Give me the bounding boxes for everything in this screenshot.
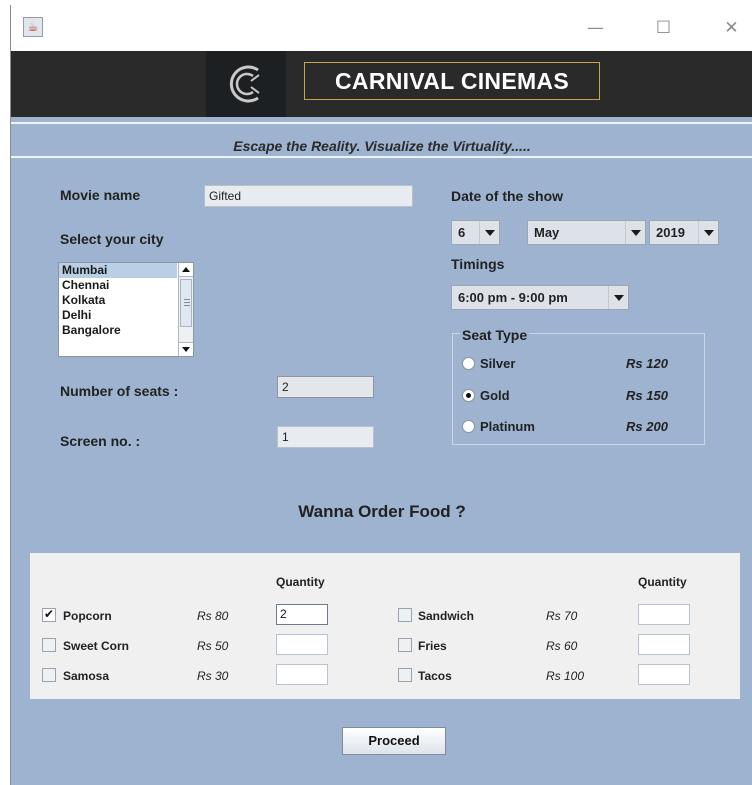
- java-cup-icon: ☕: [23, 17, 43, 37]
- screen-field[interactable]: 1: [277, 426, 374, 448]
- timing-select[interactable]: 6:00 pm - 9:00 pm: [451, 285, 629, 310]
- app-window: ☕ — ☐ ✕ CARNIVAL CINEMAS Escape the Real…: [10, 5, 752, 785]
- scroll-thumb[interactable]: [180, 279, 192, 327]
- fries-quantity-input[interactable]: [638, 634, 690, 655]
- food-item-price: Rs 100: [546, 669, 585, 683]
- list-item-city[interactable]: Delhi: [59, 308, 177, 323]
- seat-option-label: Gold: [480, 388, 510, 403]
- list-item-city[interactable]: Chennai: [59, 278, 177, 293]
- scroll-up-icon[interactable]: [179, 263, 193, 277]
- proceed-button[interactable]: Proceed: [342, 727, 446, 755]
- food-item-label: Popcorn: [63, 609, 112, 623]
- city-list[interactable]: Mumbai Chennai Kolkata Delhi Bangalore: [58, 262, 194, 357]
- timing-value: 6:00 pm - 9:00 pm: [458, 290, 568, 305]
- quantity-header: Quantity: [638, 575, 687, 589]
- date-label: Date of the show: [451, 188, 564, 204]
- fries-checkbox[interactable]: [398, 638, 412, 652]
- chevron-down-icon[interactable]: [698, 221, 718, 244]
- popcorn-checkbox[interactable]: [42, 607, 56, 622]
- radio-silver[interactable]: [462, 357, 475, 370]
- brand-title: CARNIVAL CINEMAS: [335, 68, 569, 94]
- seat-option-label: Platinum: [480, 419, 535, 434]
- seat-option-price: Rs 120: [626, 356, 668, 371]
- city-label: Select your city: [60, 231, 164, 247]
- year-select[interactable]: 2019: [649, 220, 719, 245]
- sandwich-checkbox[interactable]: [398, 608, 412, 622]
- food-item-label: Tacos: [418, 669, 452, 683]
- list-item-city[interactable]: Mumbai: [59, 263, 177, 278]
- radio-gold[interactable]: [462, 389, 475, 402]
- food-order-panel: Quantity Quantity Popcorn Rs 80 2 Sweet …: [30, 553, 740, 699]
- sweet-corn-checkbox[interactable]: [42, 638, 56, 652]
- food-heading: Wanna Order Food ?: [298, 502, 466, 521]
- food-item-label: Sweet Corn: [63, 639, 130, 653]
- timings-label: Timings: [451, 256, 505, 272]
- seats-label: Number of seats :: [60, 383, 179, 399]
- movie-name-label: Movie name: [60, 187, 141, 203]
- food-item-label: Sandwich: [418, 609, 475, 623]
- seat-option-price: Rs 150: [626, 388, 668, 403]
- divider: [11, 122, 752, 124]
- month-value: May: [534, 225, 560, 240]
- tacos-checkbox[interactable]: [398, 668, 412, 682]
- chevron-down-icon[interactable]: [608, 286, 628, 309]
- sandwich-quantity-input[interactable]: [638, 604, 690, 625]
- list-item-city[interactable]: Bangalore: [59, 323, 177, 338]
- popcorn-quantity-input[interactable]: 2: [276, 604, 328, 625]
- food-item-price: Rs 30: [197, 669, 229, 683]
- maximize-button[interactable]: ☐: [641, 5, 686, 51]
- food-item-price: Rs 80: [197, 609, 229, 623]
- food-item-price: Rs 60: [546, 639, 578, 653]
- food-item-label: Samosa: [63, 669, 110, 683]
- day-value: 6: [458, 225, 466, 240]
- screen-label: Screen no. :: [60, 433, 141, 449]
- chevron-down-icon[interactable]: [625, 221, 645, 244]
- minimize-button[interactable]: —: [573, 5, 618, 51]
- food-item-price: Rs 70: [546, 609, 578, 623]
- month-select[interactable]: May: [527, 220, 646, 245]
- list-item-city[interactable]: Kolkata: [59, 293, 177, 308]
- samosa-checkbox[interactable]: [42, 668, 56, 682]
- close-button[interactable]: ✕: [709, 5, 752, 51]
- chevron-down-icon[interactable]: [479, 221, 499, 244]
- food-item-label: Fries: [418, 639, 447, 653]
- seat-option-price: Rs 200: [626, 419, 668, 434]
- day-select[interactable]: 6: [451, 220, 500, 245]
- brand-banner: CARNIVAL CINEMAS: [11, 51, 752, 117]
- carnival-c-logo-icon: [229, 65, 260, 103]
- seat-type-title: Seat Type: [460, 327, 530, 343]
- quantity-header: Quantity: [276, 575, 325, 589]
- brand-title-frame: CARNIVAL CINEMAS: [304, 62, 600, 100]
- year-value: 2019: [656, 225, 685, 240]
- scroll-down-icon[interactable]: [179, 342, 193, 356]
- food-item-price: Rs 50: [197, 639, 229, 653]
- seats-field[interactable]: 2: [277, 376, 374, 398]
- radio-platinum[interactable]: [462, 420, 475, 433]
- samosa-quantity-input[interactable]: [276, 664, 328, 685]
- city-list-scrollbar[interactable]: [178, 263, 193, 356]
- sweet-corn-quantity-input[interactable]: [276, 634, 328, 655]
- divider: [11, 156, 752, 158]
- tagline: Escape the Reality. Visualize the Virtua…: [233, 138, 531, 154]
- movie-name-field[interactable]: Gifted: [204, 185, 413, 207]
- title-bar: ☕ — ☐ ✕: [11, 5, 752, 51]
- tacos-quantity-input[interactable]: [638, 664, 690, 685]
- seat-option-label: Silver: [480, 356, 516, 371]
- carnival-logo: [206, 51, 286, 117]
- seat-type-panel: Seat Type Silver Rs 120 Gold Rs 150 Plat…: [452, 327, 705, 445]
